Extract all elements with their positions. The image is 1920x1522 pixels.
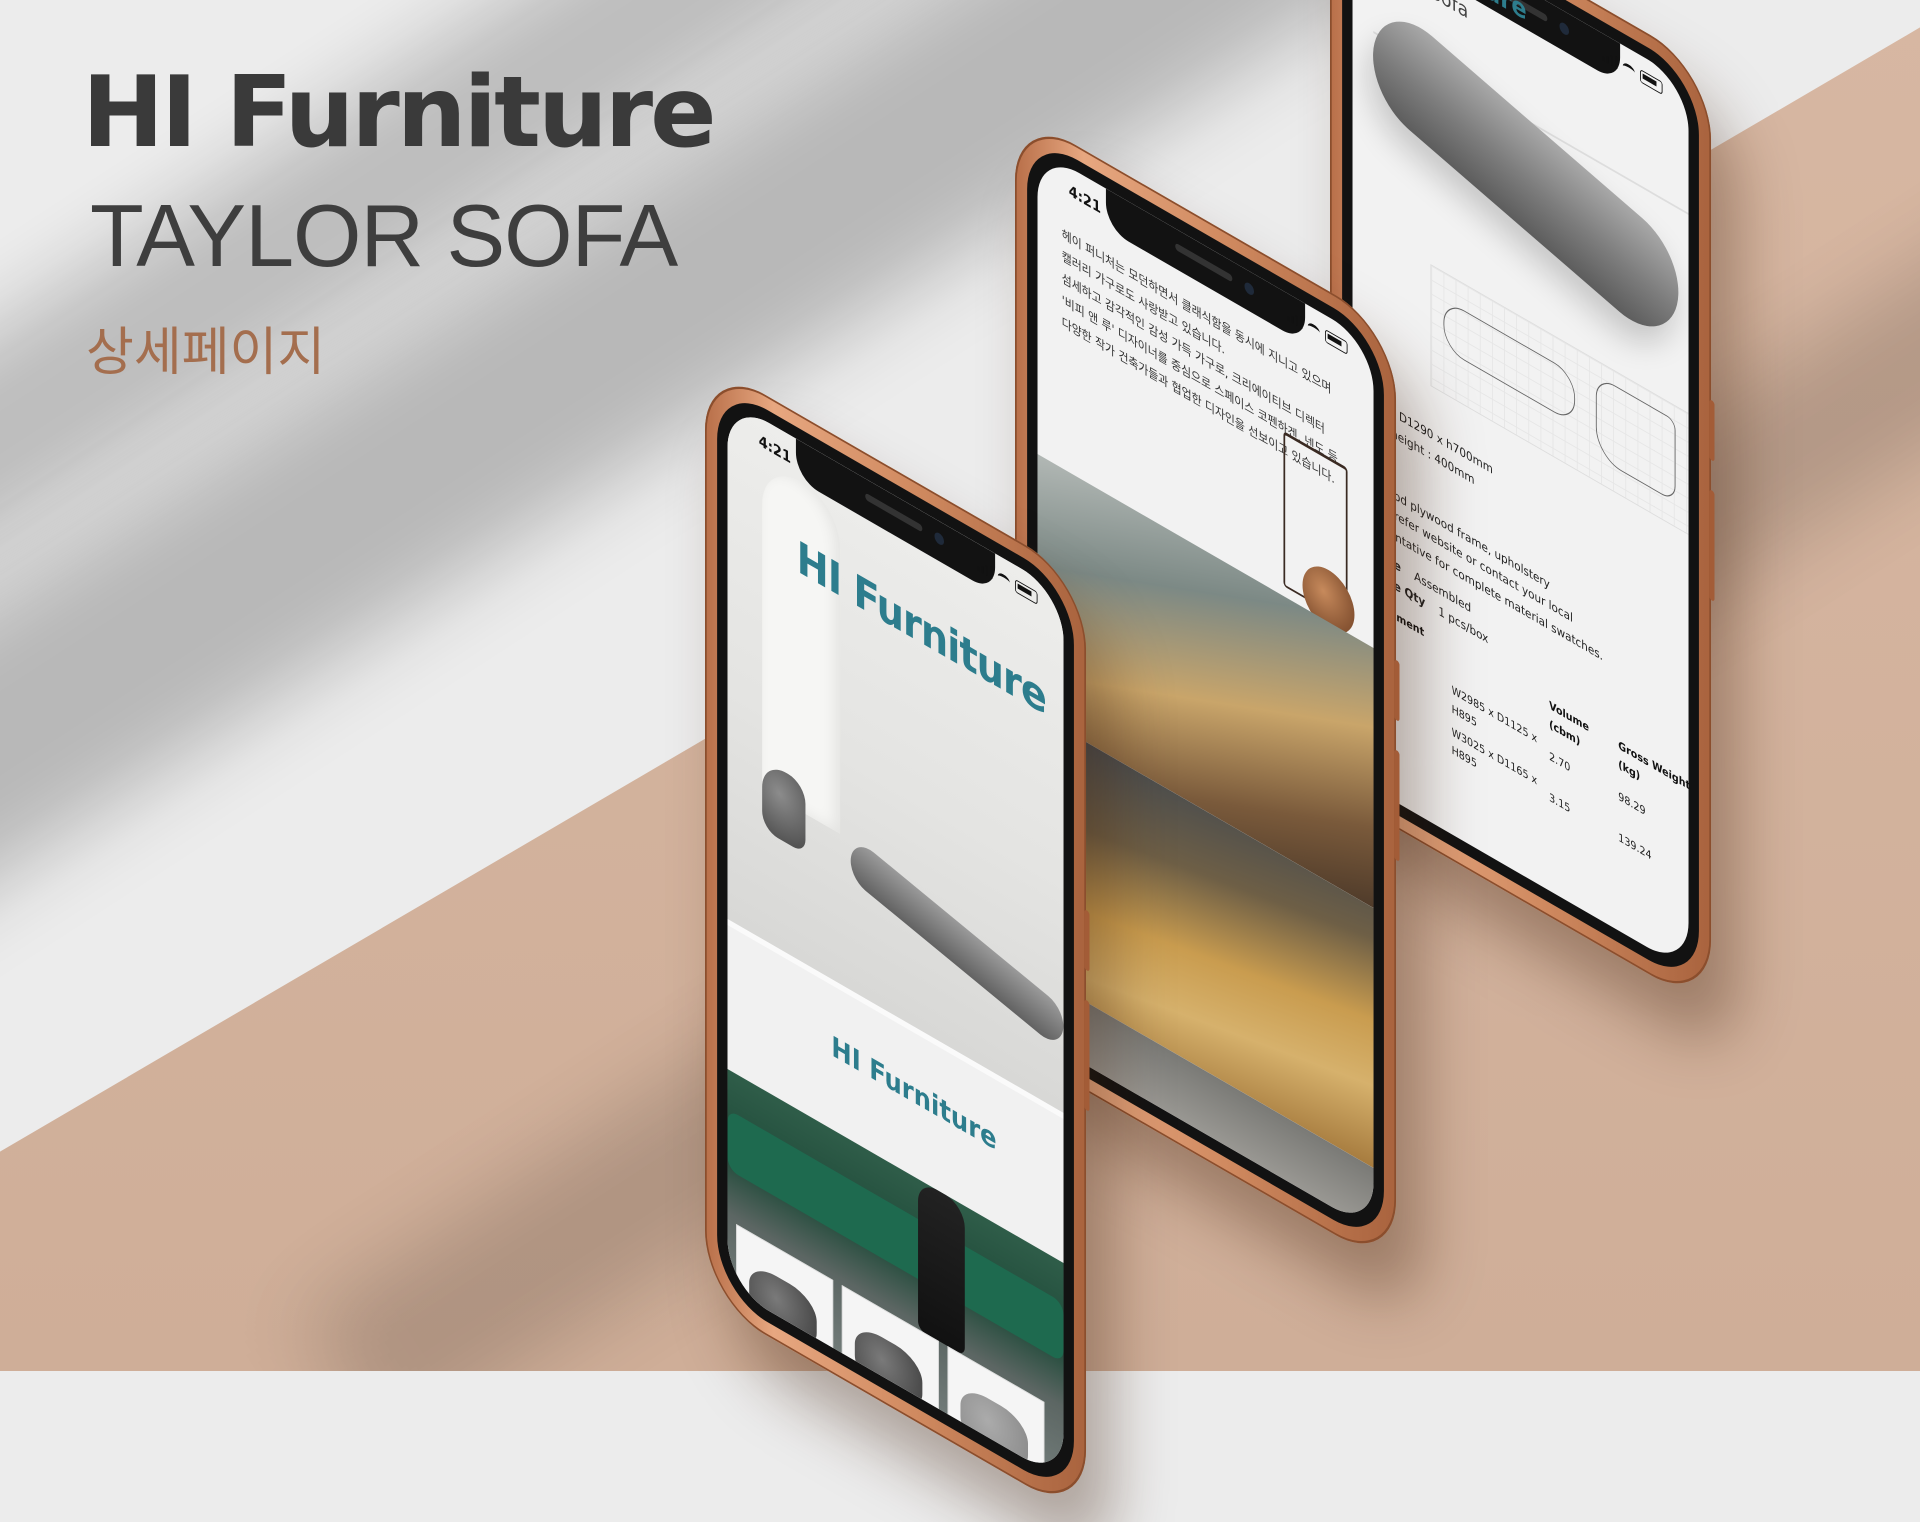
- product-title: TAYLOR SOFA: [90, 185, 678, 285]
- wifi-icon: [1622, 60, 1635, 78]
- screen: HI Furniture Taylor Sofa 5420 815 x D129…: [1352, 0, 1689, 971]
- side-button: [1709, 399, 1715, 462]
- signal-icon: [1601, 48, 1618, 69]
- battery-icon: [1640, 69, 1663, 95]
- volume-button: [1084, 999, 1090, 1112]
- person-figure: [918, 1179, 965, 1356]
- status-time: 4:21: [758, 431, 792, 468]
- side-button: [1084, 909, 1090, 972]
- signal-icon: [1286, 308, 1303, 329]
- signal-icon: [976, 558, 993, 579]
- brand-title: HI Furniture: [82, 56, 717, 170]
- page-subtitle: 상세페이지: [86, 322, 326, 383]
- cushion-icon: [960, 1382, 1029, 1478]
- headline-block: HI Furniture TAYLOR SOFA 상세페이지: [82, 56, 717, 383]
- wifi-icon: [1307, 320, 1320, 338]
- battery-icon: [1325, 329, 1348, 355]
- cushion-icon: [854, 1321, 923, 1417]
- volume-button: [1394, 749, 1400, 862]
- volume-button: [1709, 489, 1715, 602]
- battery-icon: [1015, 579, 1038, 605]
- side-button: [1394, 659, 1400, 722]
- wifi-icon: [997, 570, 1010, 588]
- screen: 4:21 HI Furniture HI Furniture Stitch 스틴…: [727, 399, 1064, 1481]
- status-time: 4:21: [1068, 181, 1102, 218]
